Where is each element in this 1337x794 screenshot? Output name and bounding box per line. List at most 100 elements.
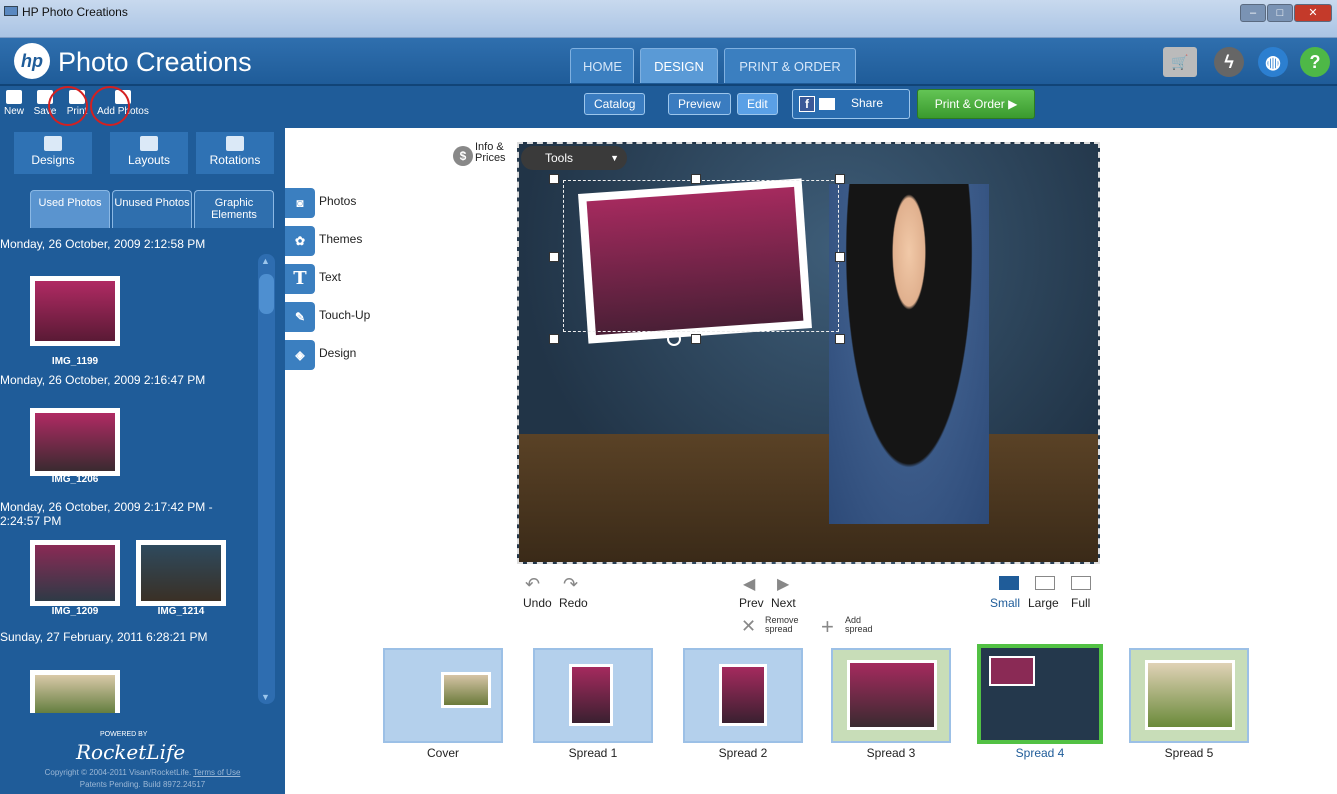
spread-thumbnail-5[interactable] [1129, 648, 1249, 743]
remove-spread-button[interactable]: Remove spread [765, 616, 805, 634]
design-workspace: ◙ Photos ✿ Themes T Text ✎ Touch-Up ◈ De… [285, 126, 1337, 794]
sidebar: Designs Layouts Rotations Used Photos Un… [0, 126, 285, 794]
side-tab-design[interactable]: Design [319, 346, 356, 360]
photo-thumbnail[interactable] [136, 540, 226, 606]
info-prices-button[interactable]: Info & Prices [475, 142, 515, 164]
app-title: Photo Creations [58, 47, 252, 77]
main-photo-subject [829, 184, 989, 524]
text-tab-icon[interactable]: T [285, 264, 315, 294]
resize-handle[interactable] [691, 174, 701, 184]
tab-used-photos[interactable]: Used Photos [30, 190, 110, 228]
new-button[interactable]: New [0, 90, 28, 117]
scroll-down-icon[interactable]: ▼ [261, 692, 270, 702]
tab-graphic-elements[interactable]: Graphic Elements [194, 190, 274, 228]
resize-handle[interactable] [691, 334, 701, 344]
size-large-button[interactable]: Large [1028, 596, 1059, 610]
minimize-icon[interactable]: – [1240, 4, 1266, 22]
photo-thumbnail[interactable] [30, 408, 120, 476]
spread-canvas[interactable] [517, 142, 1100, 564]
next-arrow-icon[interactable]: ▶ [777, 574, 789, 594]
floor-backdrop [519, 434, 1098, 562]
photo-thumbnail[interactable] [30, 670, 120, 713]
scroll-up-icon[interactable]: ▲ [261, 256, 270, 266]
size-large-icon[interactable] [1035, 576, 1055, 590]
design-tab-icon[interactable]: ◈ [285, 340, 315, 370]
close-icon[interactable]: ✕ [1294, 4, 1332, 22]
undo-icon[interactable]: ↶ [525, 574, 540, 595]
tab-designs[interactable]: Designs [14, 132, 92, 174]
tools-dropdown[interactable]: Tools ▼ [521, 146, 627, 170]
arrow-right-icon: ▶ [1008, 97, 1018, 111]
themes-tab-icon[interactable]: ✿ [285, 226, 315, 256]
size-small-button[interactable]: Small [990, 596, 1020, 610]
size-full-icon[interactable] [1071, 576, 1091, 590]
spread-label: Cover [426, 746, 459, 760]
date-group-label: Monday, 26 October, 2009 2:17:42 PM - 2:… [0, 500, 213, 528]
photo-list-scrollbar[interactable] [258, 254, 275, 704]
resize-handle[interactable] [835, 252, 845, 262]
resize-handle[interactable] [835, 334, 845, 344]
help-icon[interactable]: ? [1300, 47, 1330, 77]
hp-logo: hp [14, 43, 50, 79]
tab-layouts[interactable]: Layouts [110, 132, 188, 174]
redo-button[interactable]: Redo [559, 596, 588, 610]
preview-button[interactable]: Preview [668, 93, 731, 115]
rotate-handle-icon[interactable] [667, 332, 681, 346]
touch-up-tab-icon[interactable]: ✎ [285, 302, 315, 332]
edit-button[interactable]: Edit [737, 93, 778, 115]
rocketlife-logo: RocketLife [76, 740, 186, 764]
photo-thumbnail[interactable] [30, 276, 120, 346]
remove-spread-icon[interactable]: ✕ [741, 616, 756, 637]
tab-design[interactable]: DESIGN [640, 48, 718, 83]
power-icon[interactable]: ϟ [1214, 47, 1244, 77]
scrollbar-thumb[interactable] [259, 274, 274, 314]
resize-handle[interactable] [835, 174, 845, 184]
photo-thumbnail[interactable] [30, 540, 120, 606]
title-bar: HP Photo Creations – □ ✕ [0, 0, 1337, 38]
app-header: hp Photo Creations HOME DESIGN PRINT & O… [0, 38, 1337, 86]
spread-thumbnail-1[interactable] [533, 648, 653, 743]
side-tab-photos[interactable]: Photos [319, 194, 356, 208]
next-button[interactable]: Next [771, 596, 796, 610]
new-icon [6, 90, 22, 104]
spread-label: Spread 2 [718, 746, 768, 760]
powered-by-label: POWERED BY [100, 731, 148, 738]
tab-print-order[interactable]: PRINT & ORDER [724, 48, 856, 83]
save-highlight-circle [48, 86, 88, 126]
size-full-button[interactable]: Full [1071, 596, 1090, 610]
print-order-button[interactable]: Print & Order ▶ [917, 89, 1035, 119]
add-spread-button[interactable]: Add spread [845, 616, 885, 634]
photo-label: IMG_1214 [157, 606, 205, 617]
dollar-icon[interactable]: $ [453, 146, 473, 166]
cart-icon[interactable]: 🛒 [1163, 47, 1197, 77]
designs-icon [44, 136, 62, 151]
side-tab-themes[interactable]: Themes [319, 232, 362, 246]
spread-thumbnail-3[interactable] [831, 648, 951, 743]
spread-thumbnail-2[interactable] [683, 648, 803, 743]
globe-icon[interactable]: ◍ [1258, 47, 1288, 77]
date-group-label: Monday, 26 October, 2009 2:16:47 PM [0, 373, 206, 387]
terms-link[interactable]: Terms of Use [193, 768, 240, 777]
prev-button[interactable]: Prev [739, 596, 764, 610]
tab-rotations[interactable]: Rotations [196, 132, 274, 174]
side-tab-touch-up[interactable]: Touch-Up [319, 308, 370, 322]
undo-button[interactable]: Undo [523, 596, 552, 610]
resize-handle[interactable] [549, 252, 559, 262]
tab-home[interactable]: HOME [570, 48, 634, 83]
photos-tab-icon[interactable]: ◙ [285, 188, 315, 218]
resize-handle[interactable] [549, 334, 559, 344]
spread-thumbnail-cover[interactable] [383, 648, 503, 743]
side-tab-text[interactable]: Text [319, 270, 341, 284]
tab-unused-photos[interactable]: Unused Photos [112, 190, 192, 228]
spread-thumbnail-4[interactable] [977, 644, 1103, 744]
selection-box[interactable] [563, 180, 839, 332]
size-small-icon[interactable] [999, 576, 1019, 590]
catalog-button[interactable]: Catalog [584, 93, 646, 115]
share-button[interactable]: f Share [792, 89, 910, 119]
redo-icon[interactable]: ↷ [563, 574, 578, 595]
add-spread-icon[interactable]: + [821, 614, 834, 640]
maximize-icon[interactable]: □ [1267, 4, 1293, 22]
resize-handle[interactable] [549, 174, 559, 184]
prev-arrow-icon[interactable]: ◀ [743, 574, 755, 594]
facebook-icon: f [799, 96, 815, 112]
